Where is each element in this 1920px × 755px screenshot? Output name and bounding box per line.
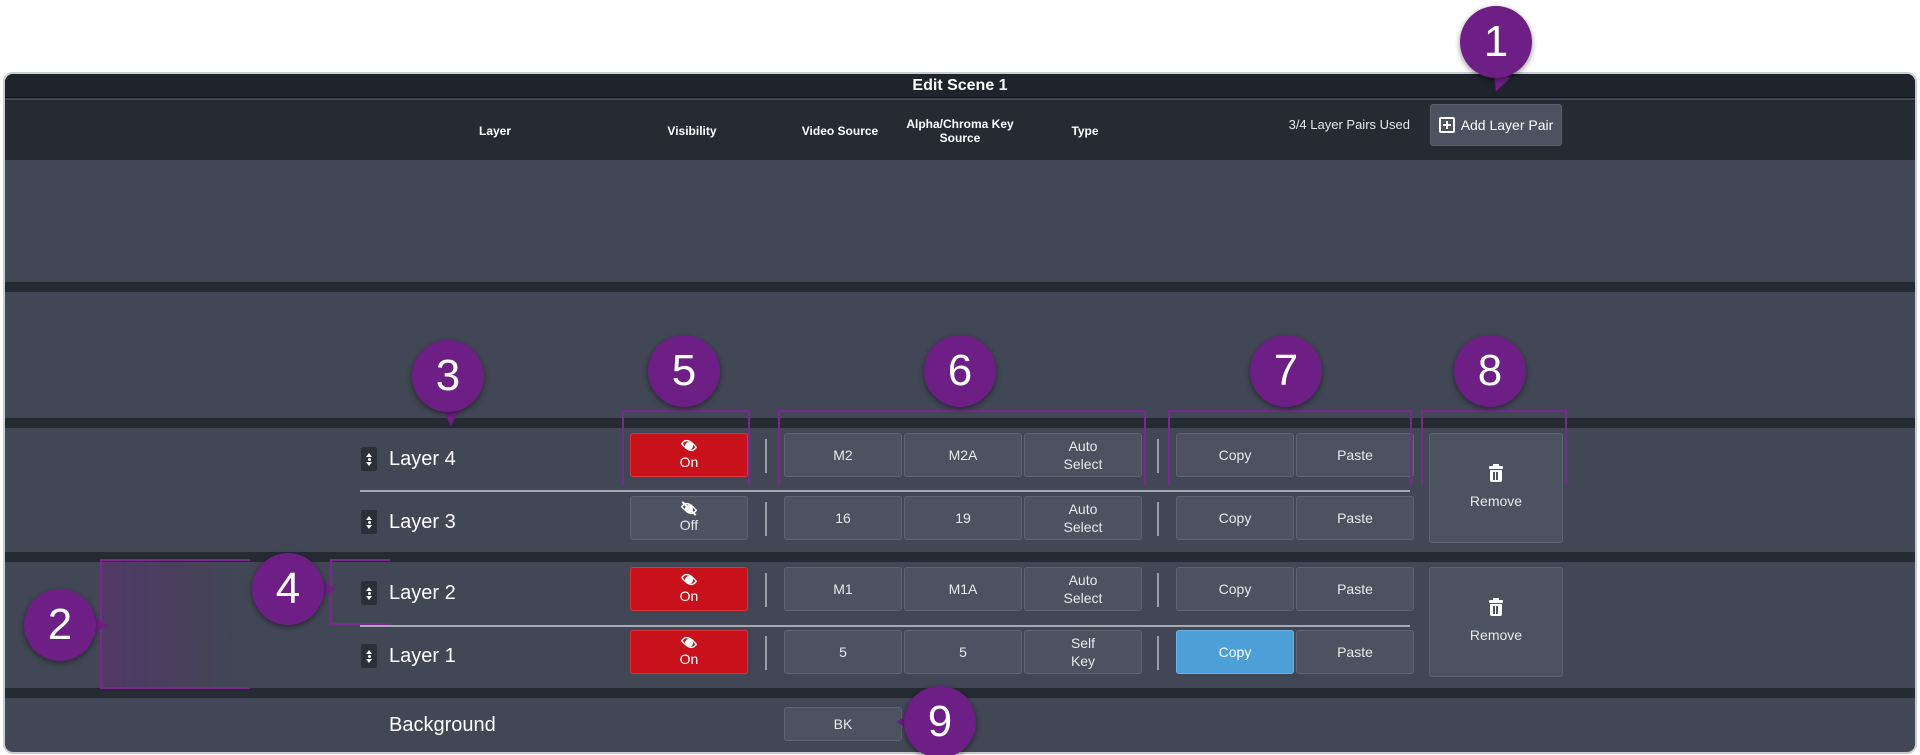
paste-button[interactable]: Paste [1296,567,1414,611]
row-separator [5,282,1915,292]
remove-layer-pair-button[interactable]: Remove [1429,567,1563,677]
column-header-alpha-line1: Alpha/Chroma Key [906,117,1014,131]
callout-marker: 6 [924,335,996,407]
column-divider [1157,439,1159,473]
key-type-line2: Select [1063,590,1103,606]
drag-handle-icon[interactable] [361,510,377,534]
column-header-video-source: Video Source [801,124,879,138]
add-layer-pair-button[interactable]: Add Layer Pair [1430,104,1562,146]
highlight-box-copy-paste [1168,410,1412,486]
trash-icon [1489,598,1503,616]
background-source-button[interactable]: BK [784,707,902,741]
alpha-source-button[interactable]: 19 [904,496,1022,540]
key-type-button[interactable]: Auto Select [1024,567,1142,611]
key-type-button[interactable]: Auto Select [1024,496,1142,540]
visibility-toggle[interactable]: On [630,630,748,674]
visibility-label: Off [679,517,699,533]
callout-marker: 1 [1460,6,1532,78]
alpha-source-button[interactable]: 5 [904,630,1022,674]
background-label: Background [389,714,496,736]
alpha-source-button[interactable]: M1A [904,567,1022,611]
video-source-button[interactable]: 16 [784,496,902,540]
highlight-box-pair-drag [100,559,250,689]
layer-pairs-used-count: 3/4 Layer Pairs Used [1288,117,1410,132]
window-title: Edit Scene 1 [5,74,1915,98]
visibility-toggle[interactable]: Off [630,496,748,540]
column-header-type: Type [1071,124,1099,138]
layer-name: Layer 4 [389,448,456,470]
column-divider [765,573,767,607]
callout-marker: 8 [1454,335,1526,407]
layer-name: Layer 3 [389,511,456,533]
key-type-line2: Key [1070,653,1096,669]
column-divider [1157,502,1159,536]
paste-button[interactable]: Paste [1296,496,1414,540]
add-layer-pair-label: Add Layer Pair [1460,117,1554,133]
copy-button[interactable]: Copy [1176,567,1294,611]
callout-marker: 5 [648,335,720,407]
drag-handle-icon[interactable] [361,644,377,668]
highlight-box-visibility [622,410,750,486]
key-type-line1: Auto [1068,572,1098,588]
layer-name: Layer 1 [389,645,456,667]
layer-name: Layer 2 [389,582,456,604]
copy-button-active[interactable]: Copy [1176,630,1294,674]
callout-marker: 3 [412,340,484,412]
highlight-box-remove [1421,410,1567,486]
layer-pair-divider [360,490,1410,492]
column-divider [765,439,767,473]
column-header-alpha-chroma-source: Alpha/Chroma Key Source [895,117,1025,145]
drag-handle-icon[interactable] [361,447,377,471]
visibility-toggle[interactable]: On [630,567,748,611]
plus-box-icon [1438,117,1455,133]
screenshot-root: Edit Scene 1 Layer Visibility Video Sour… [0,0,1920,755]
key-type-line1: Self [1070,635,1096,651]
callout-marker: 4 [252,553,324,625]
highlight-box-layer-drag [330,559,390,625]
column-header-bar: Layer Visibility Video Source Alpha/Chro… [5,100,1915,160]
layer-pair-divider [360,625,1410,627]
paste-button[interactable]: Paste [1296,630,1414,674]
callout-marker: 2 [24,589,96,661]
eye-icon [679,634,699,651]
copy-button[interactable]: Copy [1176,496,1294,540]
key-type-button[interactable]: Self Key [1024,630,1142,674]
callout-marker: 7 [1250,335,1322,407]
remove-label: Remove [1469,493,1523,509]
column-divider [765,636,767,670]
column-header-visibility: Visibility [667,124,717,138]
eye-off-icon [679,500,699,517]
video-source-button[interactable]: 5 [784,630,902,674]
column-divider [765,502,767,536]
callout-marker: 9 [904,686,976,755]
key-type-line2: Select [1063,519,1103,535]
column-header-alpha-line2: Source [939,131,981,145]
visibility-label: On [679,588,699,604]
column-divider [1157,636,1159,670]
highlight-box-sources [778,410,1146,486]
eye-icon [679,571,699,588]
video-source-button[interactable]: M1 [784,567,902,611]
key-type-line1: Auto [1068,501,1098,517]
remove-label: Remove [1469,627,1523,643]
column-divider [1157,573,1159,607]
visibility-label: On [679,651,699,667]
column-header-layer: Layer [478,124,512,138]
